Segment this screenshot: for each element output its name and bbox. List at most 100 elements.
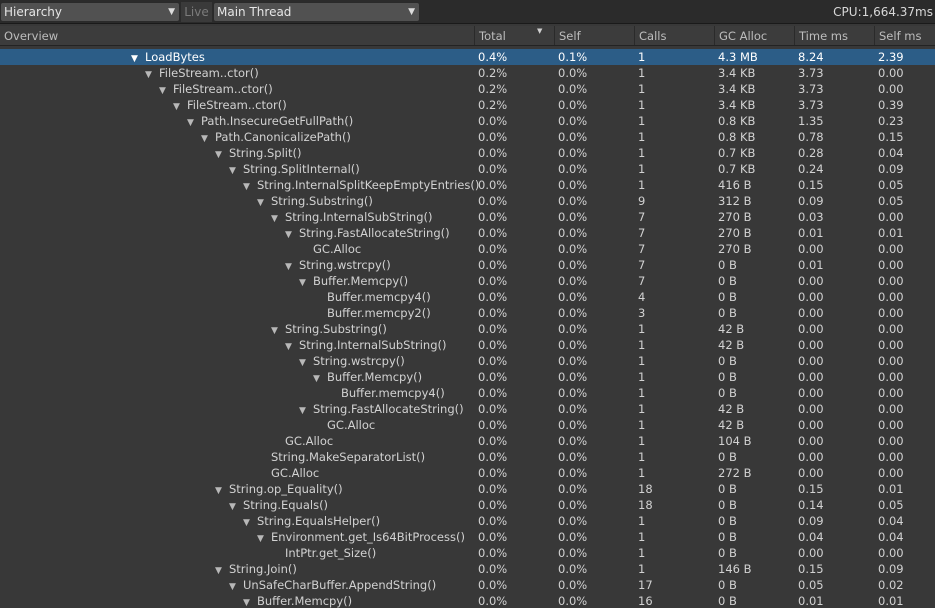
- tree-row[interactable]: ▼ String.InternalSubString() 0.0% 0.0% 7 270 …: [0, 209, 935, 225]
- expand-arrow-icon[interactable]: ▼: [243, 595, 257, 608]
- tree-row[interactable]: ▼ String.wstrcpy() 0.0% 0.0% 1 0 B 0.00 0.00: [0, 353, 935, 369]
- function-name: String.wstrcpy(): [313, 354, 405, 368]
- self-cell: 0.0%: [558, 354, 588, 368]
- tree-row[interactable]: ▼ String.InternalSplitKeepEmptyEntries() 0…: [0, 177, 935, 193]
- tree-row[interactable]: IntPtr.get_Size() 0.0% 0.0% 1 0 B 0.00 0.00: [0, 545, 935, 561]
- total-cell: 0.0%: [478, 562, 508, 576]
- tree-row[interactable]: ▼ String.Split() 0.0% 0.0% 1 0.7 KB 0.28 0.04: [0, 145, 935, 161]
- time-ms-cell: 0.00: [798, 306, 824, 320]
- thread-dropdown[interactable]: Main Thread ▼: [213, 2, 420, 22]
- live-toggle[interactable]: Live: [181, 2, 212, 22]
- tree-row-name-cell: ▼ String.InternalSplitKeepEmptyEntries(): [243, 177, 479, 193]
- tree-row[interactable]: ▼ String.SplitInternal() 0.0% 0.0% 1 0.7 KB 0.…: [0, 161, 935, 177]
- function-name: Buffer.memcpy4(): [327, 290, 431, 304]
- function-name: GC.Alloc: [285, 434, 334, 448]
- self-ms-cell: 0.00: [878, 338, 904, 352]
- gc-alloc-cell: 0 B: [718, 530, 737, 544]
- tree-row[interactable]: ▼ Path.CanonicalizePath() 0.0% 0.0% 1 0.8 KB 0…: [0, 129, 935, 145]
- tree-row[interactable]: ▼ String.op_Equality() 0.0% 0.0% 18 0 B 0.15 0.…: [0, 481, 935, 497]
- calls-cell: 1: [638, 162, 646, 176]
- calls-cell: 1: [638, 514, 646, 528]
- self-ms-cell: 0.00: [878, 322, 904, 336]
- column-gc-alloc[interactable]: GC Alloc: [714, 26, 794, 45]
- function-name: FileStream..ctor(): [173, 82, 273, 96]
- total-cell: 0.0%: [478, 226, 508, 240]
- self-ms-cell: 0.01: [878, 226, 904, 240]
- total-cell: 0.0%: [478, 578, 508, 592]
- tree-row-name-cell: GC.Alloc: [271, 433, 333, 449]
- tree-row[interactable]: GC.Alloc 0.0% 0.0% 7 270 B 0.00 0.00: [0, 241, 935, 257]
- tree-row[interactable]: String.MakeSeparatorList() 0.0% 0.0% 1 0 B 0.…: [0, 449, 935, 465]
- tree-row[interactable]: ▼ LoadBytes 0.4% 0.1% 1 4.3 MB 8.24 2.39: [0, 49, 935, 65]
- gc-alloc-cell: 0 B: [718, 258, 737, 272]
- self-ms-cell: 0.01: [878, 482, 904, 496]
- tree-row[interactable]: GC.Alloc 0.0% 0.0% 1 104 B 0.00 0.00: [0, 433, 935, 449]
- calls-cell: 1: [638, 82, 646, 96]
- tree-row[interactable]: GC.Alloc 0.0% 0.0% 1 272 B 0.00 0.00: [0, 465, 935, 481]
- column-self[interactable]: Self: [554, 26, 634, 45]
- tree-row-name-cell: ▼ FileStream..ctor(): [173, 97, 287, 113]
- time-ms-cell: 0.01: [798, 594, 824, 608]
- tree-row[interactable]: ▼ String.EqualsHelper() 0.0% 0.0% 1 0 B 0.09 0.…: [0, 513, 935, 529]
- tree-row[interactable]: ▼ UnSafeCharBuffer.AppendString() 0.0% 0.0%…: [0, 577, 935, 593]
- self-cell: 0.0%: [558, 402, 588, 416]
- self-ms-cell: 0.00: [878, 82, 904, 96]
- tree-row-name-cell: ▼ String.FastAllocateString(): [299, 401, 464, 417]
- calls-cell: 1: [638, 338, 646, 352]
- calls-cell: 7: [638, 210, 646, 224]
- tree-row-name-cell: ▼ String.Join(): [215, 561, 297, 577]
- self-ms-cell: 0.00: [878, 450, 904, 464]
- calls-cell: 1: [638, 434, 646, 448]
- self-cell: 0.0%: [558, 338, 588, 352]
- self-cell: 0.0%: [558, 290, 588, 304]
- tree-row[interactable]: Buffer.memcpy4() 0.0% 0.0% 1 0 B 0.00 0.00: [0, 385, 935, 401]
- tree-row[interactable]: ▼ String.Substring() 0.0% 0.0% 9 312 B 0.09 0.0…: [0, 193, 935, 209]
- hierarchy-tree: ▼ LoadBytes 0.4% 0.1% 1 4.3 MB 8.24 2.39 ▼ FileSt…: [0, 49, 935, 608]
- tree-row-name-cell: ▼ String.Split(): [215, 145, 301, 161]
- tree-row[interactable]: ▼ Path.InsecureGetFullPath() 0.0% 0.0% 1 0.8 …: [0, 113, 935, 129]
- self-cell: 0.0%: [558, 114, 588, 128]
- gc-alloc-cell: 42 B: [718, 322, 745, 336]
- time-ms-cell: 0.00: [798, 370, 824, 384]
- function-name: Buffer.Memcpy(): [313, 274, 409, 288]
- column-time-ms[interactable]: Time ms: [794, 26, 874, 45]
- view-mode-dropdown[interactable]: Hierarchy ▼: [0, 2, 180, 22]
- gc-alloc-cell: 0 B: [718, 274, 737, 288]
- column-header: Overview Total ▼ Self Calls GC Alloc Tim…: [0, 26, 935, 46]
- self-cell: 0.0%: [558, 594, 588, 608]
- tree-row[interactable]: ▼ String.Substring() 0.0% 0.0% 1 42 B 0.00 0.00: [0, 321, 935, 337]
- time-ms-cell: 0.15: [798, 178, 824, 192]
- total-cell: 0.0%: [478, 130, 508, 144]
- tree-row[interactable]: ▼ String.Join() 0.0% 0.0% 1 146 B 0.15 0.09: [0, 561, 935, 577]
- self-cell: 0.0%: [558, 226, 588, 240]
- tree-row[interactable]: ▼ FileStream..ctor() 0.2% 0.0% 1 3.4 KB 3.73 0.…: [0, 65, 935, 81]
- tree-row[interactable]: Buffer.memcpy4() 0.0% 0.0% 4 0 B 0.00 0.00: [0, 289, 935, 305]
- tree-row[interactable]: ▼ Buffer.Memcpy() 0.0% 0.0% 16 0 B 0.01 0.01: [0, 593, 935, 608]
- tree-row[interactable]: ▼ String.FastAllocateString() 0.0% 0.0% 7 270…: [0, 225, 935, 241]
- calls-cell: 1: [638, 130, 646, 144]
- self-cell: 0.0%: [558, 194, 588, 208]
- total-cell: 0.0%: [478, 498, 508, 512]
- column-overview[interactable]: Overview: [0, 26, 474, 45]
- tree-row[interactable]: ▼ Buffer.Memcpy() 0.0% 0.0% 1 0 B 0.00 0.00: [0, 369, 935, 385]
- column-self-ms[interactable]: Self ms: [874, 26, 935, 45]
- tree-row[interactable]: ▼ String.InternalSubString() 0.0% 0.0% 1 42 B…: [0, 337, 935, 353]
- tree-row[interactable]: ▼ FileStream..ctor() 0.2% 0.0% 1 3.4 KB 3.73 0.…: [0, 81, 935, 97]
- tree-row[interactable]: ▼ String.wstrcpy() 0.0% 0.0% 7 0 B 0.01 0.00: [0, 257, 935, 273]
- tree-row[interactable]: ▼ Buffer.Memcpy() 0.0% 0.0% 7 0 B 0.00 0.00: [0, 273, 935, 289]
- function-name: GC.Alloc: [327, 418, 376, 432]
- total-cell: 0.0%: [478, 258, 508, 272]
- tree-row[interactable]: Buffer.memcpy2() 0.0% 0.0% 3 0 B 0.00 0.00: [0, 305, 935, 321]
- total-cell: 0.2%: [478, 98, 508, 112]
- column-calls[interactable]: Calls: [634, 26, 714, 45]
- self-ms-cell: 0.00: [878, 306, 904, 320]
- tree-row[interactable]: ▼ Environment.get_Is64BitProcess() 0.0% 0.0…: [0, 529, 935, 545]
- self-ms-cell: 0.15: [878, 130, 904, 144]
- tree-row[interactable]: ▼ String.Equals() 0.0% 0.0% 18 0 B 0.14 0.05: [0, 497, 935, 513]
- tree-row[interactable]: ▼ FileStream..ctor() 0.2% 0.0% 1 3.4 KB 3.73 0.…: [0, 97, 935, 113]
- tree-row[interactable]: GC.Alloc 0.0% 0.0% 1 42 B 0.00 0.00: [0, 417, 935, 433]
- self-ms-cell: 0.04: [878, 146, 904, 160]
- tree-row[interactable]: ▼ String.FastAllocateString() 0.0% 0.0% 1 42 …: [0, 401, 935, 417]
- gc-alloc-cell: 0.8 KB: [718, 130, 756, 144]
- calls-cell: 7: [638, 226, 646, 240]
